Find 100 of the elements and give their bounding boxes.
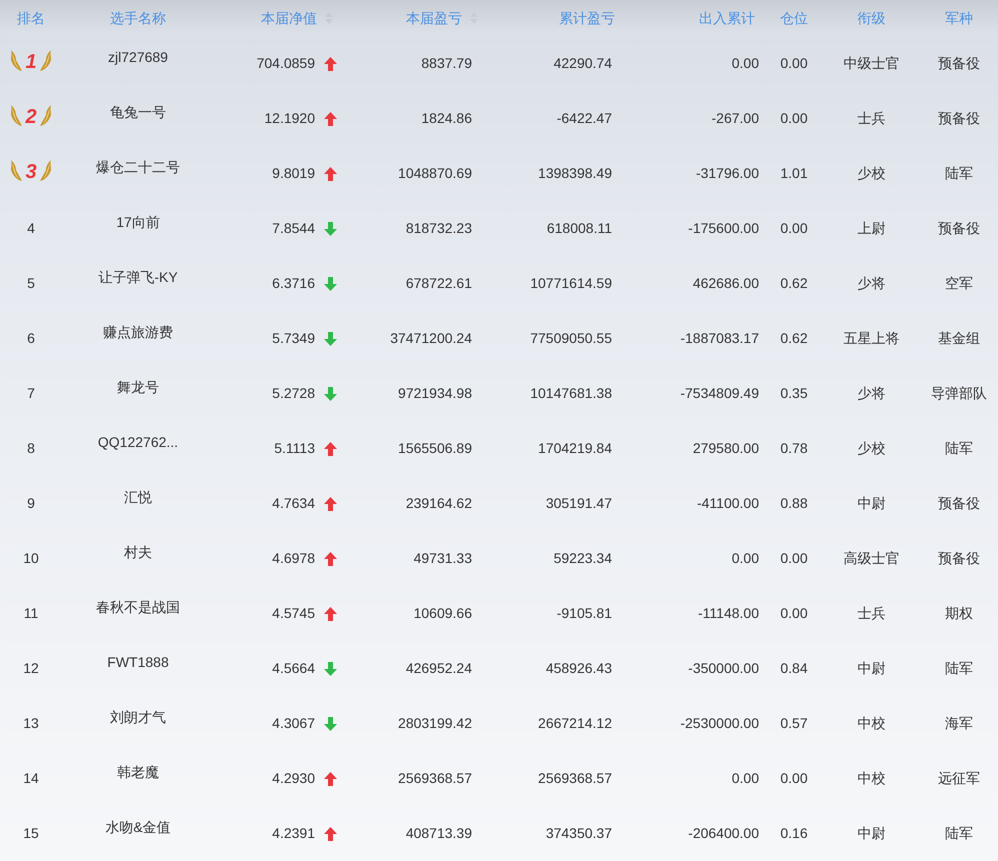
table-cell-text: 1824.86	[421, 109, 472, 128]
table-cell-text: 305191.47	[546, 494, 612, 513]
column-header[interactable]: 本届盈亏	[406, 8, 462, 28]
player-name: 水吻&金值	[105, 818, 171, 837]
table-cell-text: 4.5745	[272, 604, 315, 623]
table-cell-text: -206400.00	[688, 824, 759, 843]
table-cell-text: 462686.00	[692, 274, 759, 293]
rank-number: 15	[23, 824, 39, 843]
rank-number: 13	[23, 714, 39, 733]
table-cell-text: 5.2728	[272, 384, 315, 403]
table-cell-text: 陆军	[945, 824, 973, 843]
wing-icon	[38, 50, 52, 72]
table-cell-text: 预备役	[938, 219, 980, 238]
table-cell-text: 4.6978	[272, 549, 315, 568]
table-cell-text: 5.1113	[274, 439, 315, 458]
table-cell-text: 618008.11	[546, 219, 612, 238]
table-cell-text: 239164.62	[406, 494, 472, 513]
table-cell-text: 2569368.57	[538, 769, 612, 788]
table-cell-text: 0.16	[780, 824, 808, 843]
table-cell-text: 0.00	[780, 54, 808, 73]
table-cell-text: 少校	[858, 439, 886, 458]
table-cell-text: 中级士官	[844, 54, 900, 73]
table-cell-text: 0.88	[780, 494, 808, 513]
table-cell-text: 4.2930	[272, 769, 315, 788]
table-cell-text: 士兵	[858, 604, 886, 623]
table-cell-text: 0.00	[732, 549, 759, 568]
column-header[interactable]: 本届净值	[261, 8, 317, 28]
wing-icon	[10, 160, 24, 182]
rank-number: 7	[27, 384, 35, 403]
table-cell-text: 预备役	[938, 549, 980, 568]
rank-number: 11	[24, 604, 38, 623]
table-cell-text: 0.62	[780, 274, 808, 293]
table-cell-text: -11148.00	[698, 604, 759, 623]
table-cell-text: 0.00	[732, 54, 759, 73]
rank-number: 2	[25, 106, 37, 126]
table-cell-text: 426952.24	[406, 659, 472, 678]
table-cell-text: 1565506.89	[398, 439, 472, 458]
column-header: 排名	[17, 8, 45, 28]
rank-number: 12	[23, 659, 39, 678]
table-cell-text: 中尉	[858, 494, 886, 513]
table-cell-text: 4.2391	[272, 824, 315, 843]
table-cell-text: 818732.23	[406, 219, 472, 238]
player-name: 村夫	[124, 543, 152, 562]
table-cell-text: 上尉	[858, 219, 886, 238]
table-cell-text: 12.1920	[264, 109, 315, 128]
table-cell-text: 1704219.84	[538, 439, 612, 458]
table-cell-text: 0.84	[780, 659, 808, 678]
table-cell-text: 0.00	[732, 769, 759, 788]
table-cell-text: -2530000.00	[680, 714, 759, 733]
rank-number: 10	[23, 549, 39, 568]
table-cell-text: 少将	[858, 274, 886, 293]
table-cell-text: 2667214.12	[538, 714, 612, 733]
wing-icon	[38, 160, 52, 182]
table-cell-text: 458926.43	[546, 659, 612, 678]
table-cell-text: 374350.37	[546, 824, 612, 843]
table-cell-text: 0.78	[780, 439, 808, 458]
table-cell-text: 0.62	[780, 329, 808, 348]
table-cell-text: 空军	[945, 274, 973, 293]
player-name: 汇悦	[124, 488, 152, 507]
column-header: 仓位	[780, 8, 808, 28]
table-cell-text: 10147681.38	[530, 384, 612, 403]
player-name: 爆仓二十二号	[96, 158, 180, 177]
table-cell-text: 导弹部队	[931, 384, 987, 403]
table-cell-text: 基金组	[938, 329, 980, 348]
player-name: 龟兔一号	[110, 103, 166, 122]
table-cell-text: 678722.61	[406, 274, 472, 293]
table-cell-text: 士兵	[858, 109, 886, 128]
wing-icon	[10, 50, 24, 72]
player-name: 韩老魔	[117, 763, 159, 782]
player-name: QQ122762...	[98, 433, 178, 452]
table-cell-text: 高级士官	[844, 549, 900, 568]
table-cell-text: 6.3716	[272, 274, 315, 293]
player-name: 让子弹飞-KY	[98, 268, 178, 287]
table-cell-text: 0.00	[780, 604, 808, 623]
table-cell-text: 49731.33	[414, 549, 472, 568]
rank-number: 6	[27, 329, 35, 348]
table-cell-text: 陆军	[945, 164, 973, 183]
table-cell-text: 少将	[858, 384, 886, 403]
table-cell-text: 远征军	[938, 769, 980, 788]
table-cell-text: -6422.47	[556, 109, 612, 128]
table-cell-text: 少校	[858, 164, 886, 183]
wing-icon	[38, 104, 52, 126]
table-cell-text: -7534809.49	[680, 384, 759, 403]
table-cell-text: 408713.39	[406, 824, 472, 843]
table-cell-text: 9.8019	[272, 164, 315, 183]
table-cell-text: 中校	[858, 769, 886, 788]
table-cell-text: 279580.00	[692, 439, 759, 458]
table-cell-text: 0.00	[780, 769, 808, 788]
column-header: 累计盈亏	[559, 8, 615, 28]
table-cell-text: 海军	[945, 714, 973, 733]
table-cell-text: -9105.81	[556, 604, 612, 623]
column-header: 选手名称	[110, 8, 166, 28]
table-cell-text: 37471200.24	[390, 329, 472, 348]
player-name: FWT1888	[107, 653, 169, 672]
rank-number: 14	[23, 769, 39, 788]
table-cell-text: 59223.34	[554, 549, 612, 568]
player-name: 舞龙号	[117, 378, 159, 397]
player-name: 赚点旅游费	[103, 323, 173, 342]
rank-number: 3	[25, 162, 37, 182]
column-header: 出入累计	[699, 8, 755, 28]
